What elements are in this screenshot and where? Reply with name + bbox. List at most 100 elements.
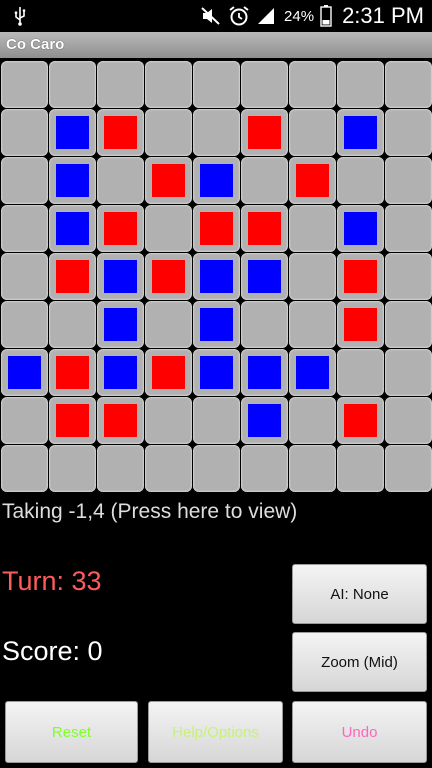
board-cell[interactable] [193, 445, 240, 492]
blue-stone [200, 260, 233, 293]
board-cell[interactable] [241, 445, 288, 492]
board-cell[interactable] [289, 157, 336, 204]
score-display: Score: 0 [2, 636, 103, 666]
usb-icon [14, 7, 26, 26]
signal-icon [258, 8, 275, 24]
board-cell[interactable] [49, 205, 96, 252]
board-cell[interactable] [97, 157, 144, 204]
board-cell[interactable] [145, 349, 192, 396]
board-cell[interactable] [241, 301, 288, 348]
board-cell[interactable] [1, 301, 48, 348]
red-stone [56, 356, 89, 389]
board-cell[interactable] [289, 253, 336, 300]
board-cell[interactable] [97, 61, 144, 108]
board-cell[interactable] [145, 253, 192, 300]
board-cell[interactable] [385, 109, 432, 156]
board-cell[interactable] [193, 157, 240, 204]
board-cell[interactable] [241, 349, 288, 396]
board-cell[interactable] [337, 349, 384, 396]
board-cell[interactable] [97, 445, 144, 492]
board-cell[interactable] [145, 61, 192, 108]
board-cell[interactable] [241, 397, 288, 444]
board-cell[interactable] [145, 397, 192, 444]
board-cell[interactable] [49, 253, 96, 300]
board-cell[interactable] [289, 61, 336, 108]
board-cell[interactable] [337, 205, 384, 252]
board-cell[interactable] [1, 109, 48, 156]
board-cell[interactable] [97, 397, 144, 444]
board-cell[interactable] [337, 397, 384, 444]
turn-counter: Turn: 33 [2, 566, 102, 596]
board-cell[interactable] [241, 205, 288, 252]
board-cell[interactable] [385, 205, 432, 252]
board-cell[interactable] [49, 445, 96, 492]
board-cell[interactable] [1, 157, 48, 204]
board-cell[interactable] [1, 397, 48, 444]
board-cell[interactable] [241, 157, 288, 204]
reset-button[interactable]: Reset [5, 701, 138, 763]
board-cell[interactable] [385, 397, 432, 444]
mute-icon [201, 7, 220, 25]
board-cell[interactable] [193, 301, 240, 348]
board-cell[interactable] [289, 397, 336, 444]
taking-info[interactable]: Taking -1,4 (Press here to view) [2, 500, 297, 524]
board-cell[interactable] [97, 205, 144, 252]
board-cell[interactable] [145, 301, 192, 348]
board-cell[interactable] [97, 253, 144, 300]
board-cell[interactable] [337, 253, 384, 300]
board-cell[interactable] [1, 445, 48, 492]
ai-button[interactable]: AI: None [292, 564, 427, 624]
board-cell[interactable] [145, 109, 192, 156]
board-cell[interactable] [289, 109, 336, 156]
board-cell[interactable] [193, 109, 240, 156]
board-cell[interactable] [97, 301, 144, 348]
board-cell[interactable] [1, 205, 48, 252]
board-cell[interactable] [49, 301, 96, 348]
board-cell[interactable] [49, 397, 96, 444]
board-cell[interactable] [145, 157, 192, 204]
board-cell[interactable] [1, 253, 48, 300]
board-cell[interactable] [289, 445, 336, 492]
board-cell[interactable] [385, 445, 432, 492]
board-cell[interactable] [49, 109, 96, 156]
board-cell[interactable] [385, 61, 432, 108]
board-cell[interactable] [289, 349, 336, 396]
board-cell[interactable] [97, 109, 144, 156]
board-cell[interactable] [289, 205, 336, 252]
board-cell[interactable] [193, 397, 240, 444]
board-cell[interactable] [337, 157, 384, 204]
board-cell[interactable] [145, 205, 192, 252]
board-cell[interactable] [49, 61, 96, 108]
zoom-button[interactable]: Zoom (Mid) [292, 632, 427, 692]
clock: 2:31 PM [342, 3, 424, 28]
board-cell[interactable] [337, 301, 384, 348]
board-cell[interactable] [193, 205, 240, 252]
board-cell[interactable] [385, 349, 432, 396]
game-board[interactable] [0, 60, 432, 494]
board-cell[interactable] [241, 109, 288, 156]
board-cell[interactable] [385, 253, 432, 300]
board-cell[interactable] [1, 61, 48, 108]
board-cell[interactable] [97, 349, 144, 396]
board-cell[interactable] [145, 445, 192, 492]
board-cell[interactable] [49, 349, 96, 396]
red-stone [152, 164, 185, 197]
board-cell[interactable] [385, 157, 432, 204]
red-stone [296, 164, 329, 197]
board-cell[interactable] [289, 301, 336, 348]
board-cell[interactable] [193, 349, 240, 396]
help-options-button[interactable]: Help/Options [148, 701, 283, 763]
board-cell[interactable] [193, 253, 240, 300]
board-cell[interactable] [1, 349, 48, 396]
red-stone [56, 260, 89, 293]
red-stone [344, 260, 377, 293]
board-cell[interactable] [337, 61, 384, 108]
board-cell[interactable] [241, 253, 288, 300]
undo-button[interactable]: Undo [292, 701, 427, 763]
board-cell[interactable] [337, 109, 384, 156]
board-cell[interactable] [49, 157, 96, 204]
board-cell[interactable] [193, 61, 240, 108]
board-cell[interactable] [385, 301, 432, 348]
board-cell[interactable] [337, 445, 384, 492]
board-cell[interactable] [241, 61, 288, 108]
